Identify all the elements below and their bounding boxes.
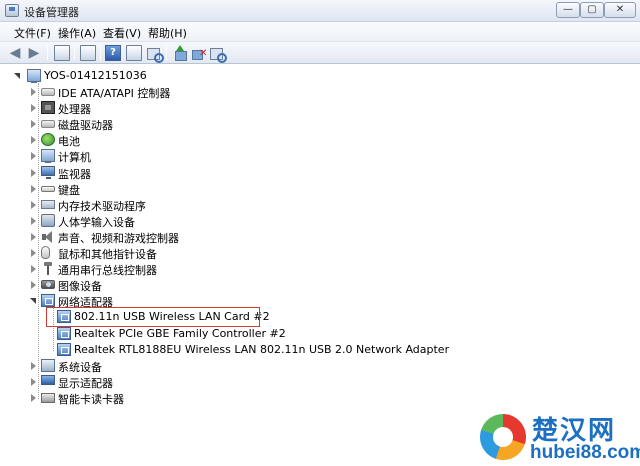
tree-item-label: 显示适配器 [58,376,113,390]
scan-icon[interactable] [146,45,164,63]
expand-icon[interactable] [30,120,37,129]
computer-icon [27,69,41,83]
tree-item-label: 处理器 [58,103,91,117]
window-title: 设备管理器 [24,6,79,19]
watermark-url: hubei88.com [530,442,640,463]
menu-bar: 文件(F) 操作(A) 查看(V) 帮助(H) [0,22,640,42]
tree-item-label: 磁盘驱动器 [58,119,113,133]
tree-item-label: 智能卡读卡器 [58,392,124,406]
uninstall-icon[interactable] [191,45,207,61]
root-label: YOS-01412151036 [44,69,147,82]
expand-icon[interactable] [30,200,37,209]
tree-item-label: 声音、视频和游戏控制器 [58,231,179,245]
mouse-icon [41,246,50,259]
toolbar-separator [166,46,167,60]
expand-icon[interactable] [30,136,37,145]
minimize-button[interactable]: — [556,2,580,18]
memory-icon [41,199,55,209]
expand-icon[interactable] [30,281,37,290]
menu-file[interactable]: 文件(F) [12,25,53,41]
tree-item-label: IDE ATA/ATAPI 控制器 [58,87,171,100]
monitor-icon [41,165,55,179]
collapse-icon[interactable] [30,297,37,305]
tree-item-label: 电池 [58,135,80,149]
expand-icon[interactable] [30,265,37,274]
device-manager-icon [5,4,19,17]
close-button[interactable]: ✕ [604,2,636,18]
expand-icon[interactable] [30,393,37,402]
tree-item-label: 内存技术驱动程序 [58,199,146,213]
tree-item-label: 通用串行总线控制器 [58,264,157,278]
ide-controller-icon [41,88,55,96]
maximize-button[interactable]: ▢ [580,2,604,18]
disk-drive-icon [41,120,55,129]
tree-item-label: 人体学输入设备 [58,215,135,229]
computer-icon [41,149,55,164]
forward-icon[interactable]: ▶ [26,45,42,61]
tree-item-label: Realtek RTL8188EU Wireless LAN 802.11n U… [74,342,450,356]
expand-icon[interactable] [30,216,37,225]
tree-item-label: Realtek PCIe GBE Family Controller #2 [74,326,286,340]
processor-icon [41,101,55,115]
collapse-icon[interactable] [14,72,21,80]
usb-icon [41,262,55,276]
system-device-icon [41,358,55,372]
expand-icon[interactable] [30,377,37,386]
toolbar-separator [47,46,48,60]
expand-icon[interactable] [30,232,37,241]
disable-icon[interactable] [209,45,227,63]
smart-card-reader-icon [41,392,55,403]
keyboard-icon [41,185,55,192]
brand-logo-icon [480,414,526,460]
camera-icon [41,280,55,290]
back-icon[interactable]: ◀ [7,45,23,61]
properties-icon[interactable] [80,45,96,61]
console-tree-icon[interactable] [54,45,70,61]
expand-icon[interactable] [30,249,37,257]
menu-view[interactable]: 查看(V) [101,25,143,41]
tree-item-label: 监视器 [58,167,91,181]
network-adapter-icon [57,342,71,356]
expand-icon[interactable] [30,88,37,96]
tree-item-label: 鼠标和其他指针设备 [58,248,157,261]
title-bar: 设备管理器 — ▢ ✕ [0,0,640,22]
menu-action[interactable]: 操作(A) [56,25,98,41]
tree-item-label: 计算机 [58,151,91,165]
help-icon[interactable]: ? [105,45,121,61]
expand-icon[interactable] [30,361,37,370]
network-adapter-icon [57,326,71,340]
tree-item-label: 图像设备 [58,280,102,294]
view-icon[interactable] [126,45,142,61]
tree-connector [38,83,39,399]
sound-icon [41,230,55,243]
hid-icon [41,213,55,227]
expand-icon[interactable] [30,184,37,193]
toolbar: ◀ ▶ ? [0,42,640,64]
menu-help[interactable]: 帮助(H) [146,25,189,41]
watermark: 楚汉网 hubei88.com [480,410,640,464]
update-driver-icon[interactable] [172,45,188,61]
toolbar-separator [100,46,101,60]
expand-icon[interactable] [30,168,37,177]
expand-icon[interactable] [30,104,37,113]
highlight-box [46,307,260,327]
expand-icon[interactable] [30,152,37,161]
display-adapter-icon [41,374,55,385]
tree-item-label: 系统设备 [58,360,102,374]
network-adapter-icon [41,294,55,308]
tree-item-label: 键盘 [58,183,80,197]
toolbar-separator [74,46,75,60]
